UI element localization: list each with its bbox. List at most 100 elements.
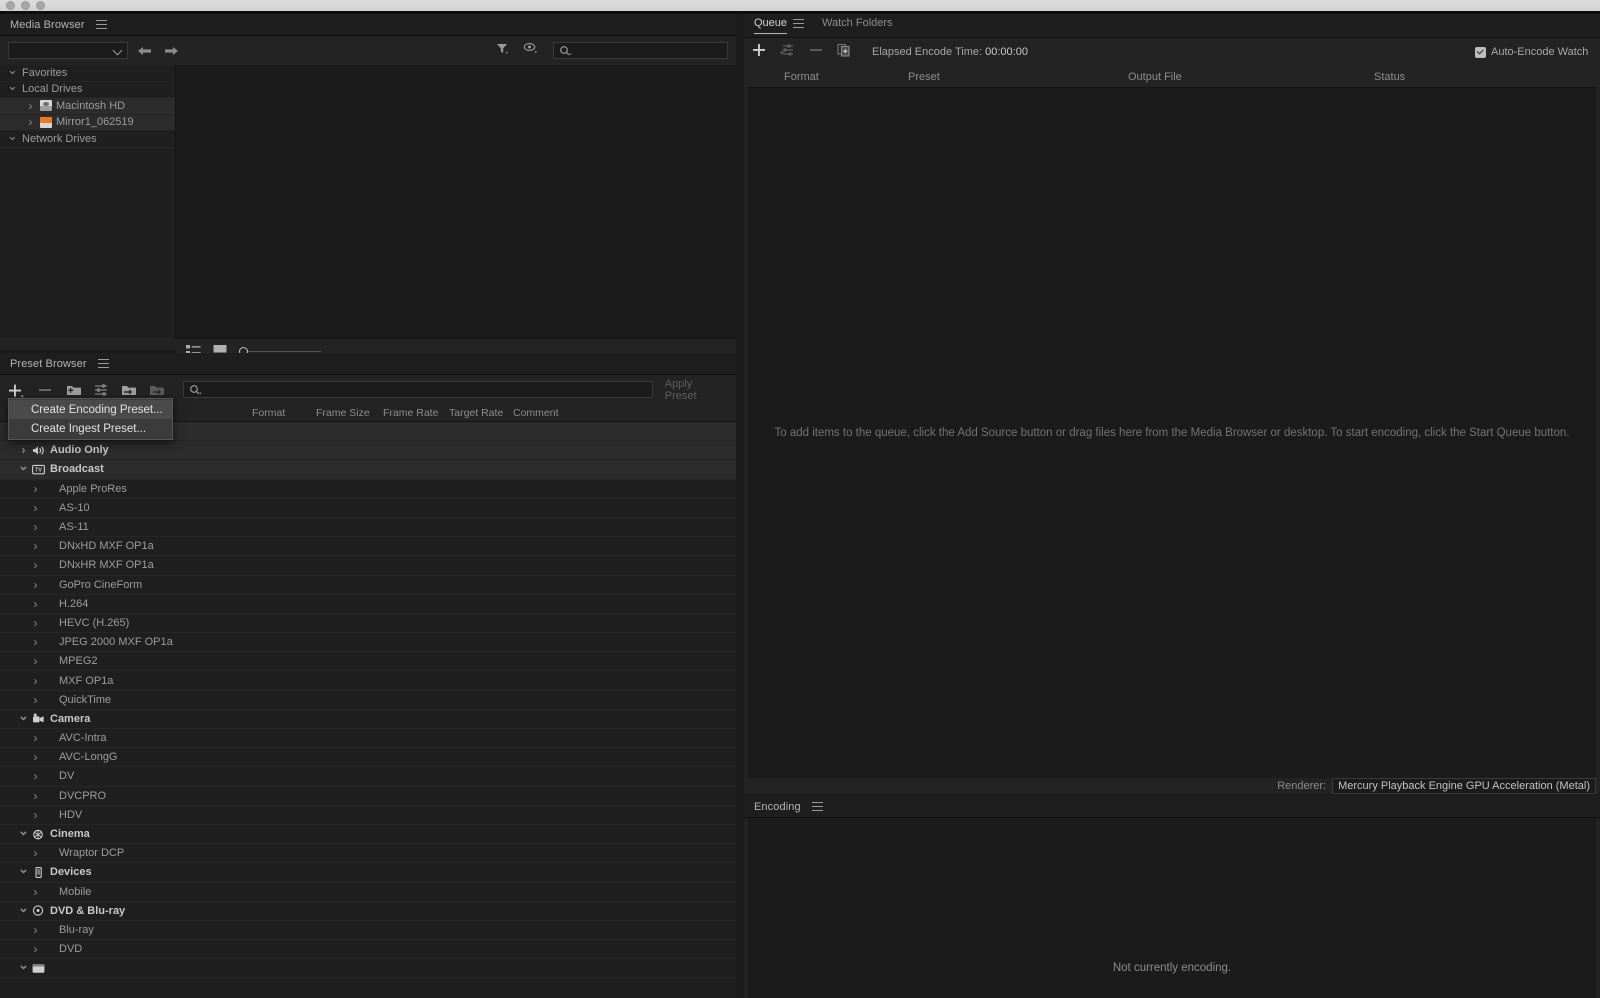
preset-browser-tree-item[interactable]: ⌄TVBroadcast	[0, 460, 736, 479]
column-header-frame-rate[interactable]: Frame Rate	[383, 407, 438, 419]
back-arrow-icon[interactable]	[136, 42, 154, 60]
preset-browser-tree-item[interactable]: ⌄Camera	[0, 710, 736, 729]
delete-preset-button[interactable]	[38, 383, 54, 397]
preset-browser-tree-item[interactable]: ›DNxHR MXF OP1a	[0, 556, 736, 575]
preset-browser-tree-item[interactable]: ›MPEG2	[0, 652, 736, 671]
chevron-right-icon[interactable]: ›	[30, 558, 41, 572]
chevron-right-icon[interactable]: ›	[25, 99, 36, 113]
preset-browser-search-input[interactable]	[183, 381, 652, 398]
create-menu-item[interactable]: Create Ingest Preset...	[9, 419, 172, 438]
create-menu-item[interactable]: Create Encoding Preset...	[9, 400, 172, 419]
import-preset-button[interactable]	[121, 383, 137, 397]
duplicate-button[interactable]	[780, 43, 795, 62]
preset-browser-tree-item[interactable]: ›H.264	[0, 595, 736, 614]
chevron-right-icon[interactable]: ›	[18, 443, 29, 457]
chevron-down-icon[interactable]: ⌄	[18, 905, 29, 911]
column-header-output-file[interactable]: Output File	[1128, 71, 1182, 83]
preset-browser-tree-item[interactable]: ›AS-10	[0, 499, 736, 518]
preset-browser-tree-item[interactable]: ›Wraptor DCP	[0, 844, 736, 863]
chevron-down-icon[interactable]: ⌄	[18, 866, 29, 872]
chevron-right-icon[interactable]: ›	[30, 885, 41, 899]
new-folder-button[interactable]	[66, 383, 82, 397]
export-preset-button[interactable]	[149, 383, 165, 397]
preset-browser-tree-item[interactable]: ⌄	[0, 959, 736, 978]
preset-browser-tree-item[interactable]: ›HDV	[0, 806, 736, 825]
chevron-down-icon[interactable]: ⌄	[18, 962, 29, 968]
chevron-right-icon[interactable]: ›	[25, 115, 36, 129]
preset-browser-tree-item[interactable]: ›HEVC (H.265)	[0, 614, 736, 633]
preset-browser-tree-item[interactable]: ›MXF OP1a	[0, 671, 736, 690]
column-header-comment[interactable]: Comment	[513, 407, 559, 419]
media-browser-tree-item[interactable]: ⌄Network Drives	[0, 131, 175, 148]
chevron-down-icon[interactable]: ⌄	[18, 828, 29, 834]
preset-browser-tree-item[interactable]: ›DVD	[0, 940, 736, 959]
chevron-right-icon[interactable]: ›	[30, 482, 41, 496]
chevron-right-icon[interactable]: ›	[30, 731, 41, 745]
media-browser-content-area[interactable]	[176, 65, 736, 338]
add-source-button[interactable]	[752, 43, 766, 62]
chevron-right-icon[interactable]: ›	[30, 942, 41, 956]
chevron-right-icon[interactable]: ›	[30, 597, 41, 611]
media-browser-tree-item[interactable]: ›Mirror1_062519	[0, 115, 175, 132]
preset-browser-tree-item[interactable]: ›Apple ProRes	[0, 480, 736, 499]
chevron-right-icon[interactable]: ›	[30, 520, 41, 534]
media-browser-search-field[interactable]	[577, 45, 717, 57]
column-header-format[interactable]: Format	[252, 407, 285, 419]
media-browser-search-input[interactable]	[553, 42, 728, 59]
column-header-preset[interactable]: Preset	[908, 71, 940, 83]
chevron-down-icon[interactable]: ⌄	[7, 67, 18, 73]
preset-browser-tree-item[interactable]: ›DVCPRO	[0, 787, 736, 806]
tab-queue[interactable]: Queue	[754, 17, 787, 34]
preset-browser-tree-item[interactable]: ›JPEG 2000 MXF OP1a	[0, 633, 736, 652]
column-header-format[interactable]: Format	[784, 71, 819, 83]
preset-browser-tree-item[interactable]: ›QuickTime	[0, 691, 736, 710]
chevron-right-icon[interactable]: ›	[30, 846, 41, 860]
remove-button[interactable]	[809, 43, 823, 62]
preset-browser-search-field[interactable]	[207, 384, 647, 396]
preset-browser-tree-item[interactable]: ›AVC-Intra	[0, 729, 736, 748]
media-browser-tree-item[interactable]: ⌄Favorites	[0, 65, 175, 82]
chevron-right-icon[interactable]: ›	[30, 789, 41, 803]
hamburger-icon[interactable]	[793, 19, 804, 28]
preset-settings-button[interactable]	[94, 383, 110, 397]
preset-browser-tree-item[interactable]: ›DNxHD MXF OP1a	[0, 537, 736, 556]
eye-icon[interactable]	[523, 41, 539, 60]
chevron-right-icon[interactable]: ›	[30, 654, 41, 668]
hamburger-icon[interactable]	[96, 20, 107, 29]
preset-browser-tree-item[interactable]: ›AS-11	[0, 518, 736, 537]
window-close-button[interactable]	[6, 1, 15, 10]
chevron-right-icon[interactable]: ›	[30, 635, 41, 649]
queue-list-area[interactable]: To add items to the queue, click the Add…	[748, 88, 1596, 778]
hamburger-icon[interactable]	[812, 802, 823, 811]
preset-browser-tree-item[interactable]: ⌄Devices	[0, 863, 736, 882]
preset-browser-tree-item[interactable]: ⌄DVD & Blu-ray	[0, 902, 736, 921]
chevron-right-icon[interactable]: ›	[30, 539, 41, 553]
column-header-status[interactable]: Status	[1374, 71, 1405, 83]
preset-browser-tree-item[interactable]: ⌄Cinema	[0, 825, 736, 844]
hamburger-icon[interactable]	[98, 359, 109, 368]
auto-encode-watch-folders-toggle[interactable]: Auto-Encode Watch	[1475, 46, 1600, 58]
chevron-right-icon[interactable]: ›	[30, 750, 41, 764]
chevron-down-icon[interactable]: ⌄	[7, 83, 18, 89]
preset-browser-tree-item[interactable]: ›DV	[0, 767, 736, 786]
filter-icon[interactable]	[495, 41, 509, 60]
renderer-select[interactable]: Mercury Playback Engine GPU Acceleration…	[1332, 778, 1596, 794]
new-preset-button[interactable]	[8, 383, 26, 397]
media-browser-path-select[interactable]	[8, 42, 128, 59]
chevron-right-icon[interactable]: ›	[30, 616, 41, 630]
preset-browser-tree-item[interactable]: ›Blu-ray	[0, 921, 736, 940]
chevron-down-icon[interactable]: ⌄	[7, 133, 18, 139]
chevron-down-icon[interactable]: ⌄	[18, 713, 29, 719]
chevron-right-icon[interactable]: ›	[30, 674, 41, 688]
preset-browser-tree-item[interactable]: ›Audio Only	[0, 441, 736, 460]
preset-browser-tree-item[interactable]: ›GoPro CineForm	[0, 576, 736, 595]
chevron-right-icon[interactable]: ›	[30, 808, 41, 822]
column-header-target-rate[interactable]: Target Rate	[449, 407, 503, 419]
chevron-right-icon[interactable]: ›	[30, 501, 41, 515]
apply-preset-button[interactable]: Apply Preset	[665, 378, 726, 402]
column-header-frame-size[interactable]: Frame Size	[316, 407, 370, 419]
chevron-right-icon[interactable]: ›	[30, 578, 41, 592]
media-browser-tree-item[interactable]: ⌄Local Drives	[0, 82, 175, 99]
chevron-right-icon[interactable]: ›	[30, 923, 41, 937]
chevron-right-icon[interactable]: ›	[30, 693, 41, 707]
